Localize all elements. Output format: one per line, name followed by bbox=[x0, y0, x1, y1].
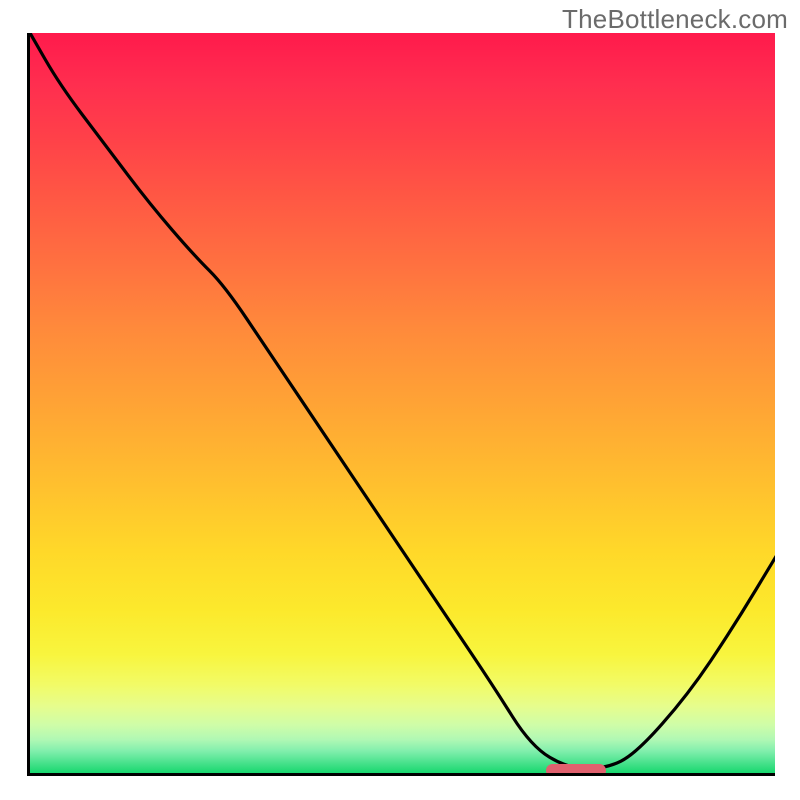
watermark-text: TheBottleneck.com bbox=[562, 4, 788, 35]
bottleneck-curve bbox=[30, 33, 775, 776]
optimum-marker bbox=[546, 764, 606, 776]
chart-stage: TheBottleneck.com bbox=[0, 0, 800, 800]
plot-area bbox=[27, 33, 775, 776]
